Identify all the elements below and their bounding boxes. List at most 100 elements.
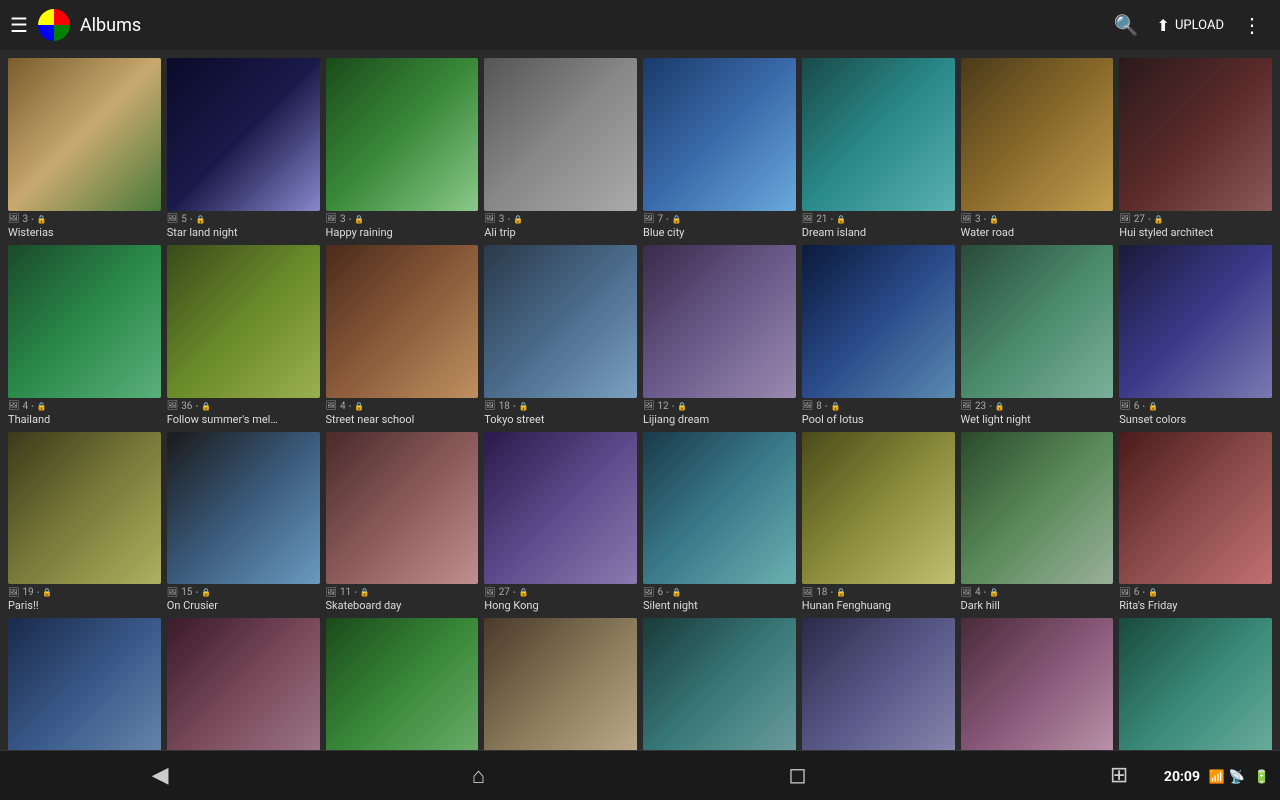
dot-separator: • xyxy=(830,588,833,597)
album-count: 18 xyxy=(499,401,510,412)
dot-separator: • xyxy=(31,402,34,411)
home-button[interactable]: ⌂ xyxy=(472,763,485,789)
menu-icon[interactable]: ☰ xyxy=(10,13,28,37)
album-item[interactable]: 🖼6•🔒Rita's Friday xyxy=(1119,432,1272,613)
album-count: 18 xyxy=(816,587,827,598)
album-info: 🖼21•🔒 xyxy=(802,214,955,225)
lock-icon: 🔒 xyxy=(672,215,682,224)
battery-icon: 🔋 xyxy=(1254,770,1270,785)
album-item[interactable]: 🖼27•🔒Hui styled architect xyxy=(1119,58,1272,239)
album-item[interactable]: 🖼15•🔒On Crusier xyxy=(167,432,320,613)
album-item[interactable]: 🖼3•🔒Happy raining xyxy=(326,58,479,239)
album-count: 11 xyxy=(340,587,351,598)
album-item[interactable]: 🖼21•🔒Dream island xyxy=(802,58,955,239)
image-icon: 🖼 xyxy=(643,214,654,224)
page-title: Albums xyxy=(80,15,1096,36)
lock-icon: 🔒 xyxy=(201,402,211,411)
album-item[interactable]: 🖼4•🔒Thailand xyxy=(8,245,161,426)
album-item[interactable]: 🖼4•🔒Dark hill xyxy=(961,432,1114,613)
album-item[interactable]: 🖼3•🔒Water road xyxy=(961,58,1114,239)
back-button[interactable]: ◀ xyxy=(152,763,169,788)
dot-separator: • xyxy=(989,402,992,411)
album-item[interactable] xyxy=(961,618,1114,750)
dot-separator: • xyxy=(1142,588,1145,597)
album-info: 🖼4•🔒 xyxy=(326,401,479,412)
album-item[interactable] xyxy=(8,618,161,750)
album-item[interactable]: 🖼5•🔒Star land night xyxy=(167,58,320,239)
grid-button[interactable]: ⊞ xyxy=(1110,763,1128,788)
dot-separator: • xyxy=(507,215,510,224)
album-name: Thailand xyxy=(8,413,161,426)
album-name: Wisterias xyxy=(8,226,161,239)
album-item[interactable]: 🖼23•🔒Wet light night xyxy=(961,245,1114,426)
album-item[interactable]: 🖼6•🔒Silent night xyxy=(643,432,796,613)
lock-icon: 🔒 xyxy=(201,588,211,597)
lock-icon: 🔒 xyxy=(677,402,687,411)
album-item[interactable] xyxy=(484,618,637,750)
more-icon[interactable]: ⋮ xyxy=(1234,13,1270,37)
album-name: Sunset colors xyxy=(1119,413,1272,426)
album-item[interactable]: 🖼12•🔒Lijiang dream xyxy=(643,245,796,426)
image-icon: 🖼 xyxy=(484,401,495,411)
album-item[interactable] xyxy=(1119,618,1272,750)
album-info: 🖼4•🔒 xyxy=(961,587,1114,598)
album-item[interactable] xyxy=(643,618,796,750)
album-info: 🖼4•🔒 xyxy=(8,401,161,412)
album-count: 8 xyxy=(816,401,822,412)
upload-label: UPLOAD xyxy=(1175,18,1224,33)
album-item[interactable]: 🖼36•🔒Follow summer's mel… xyxy=(167,245,320,426)
album-item[interactable]: 🖼3•🔒Ali trip xyxy=(484,58,637,239)
album-item[interactable]: 🖼11•🔒Skateboard day xyxy=(326,432,479,613)
album-name: Silent night xyxy=(643,599,796,612)
album-item[interactable] xyxy=(802,618,955,750)
albums-main: 🖼3•🔒Wisterias🖼5•🔒Star land night🖼3•🔒Happ… xyxy=(0,50,1280,750)
album-item[interactable]: 🖼4•🔒Street near school xyxy=(326,245,479,426)
album-item[interactable]: 🖼19•🔒Paris!! xyxy=(8,432,161,613)
album-item[interactable]: 🖼3•🔒Wisterias xyxy=(8,58,161,239)
image-icon: 🖼 xyxy=(1119,588,1130,598)
album-name: Hunan Fenghuang xyxy=(802,599,955,612)
album-info: 🖼11•🔒 xyxy=(326,587,479,598)
app-logo xyxy=(38,9,70,41)
dot-separator: • xyxy=(513,402,516,411)
album-info: 🖼12•🔒 xyxy=(643,401,796,412)
album-name: Hong Kong xyxy=(484,599,637,612)
dot-separator: • xyxy=(672,402,675,411)
album-count: 5 xyxy=(181,214,187,225)
dot-separator: • xyxy=(195,588,198,597)
lock-icon: 🔒 xyxy=(831,402,841,411)
album-info: 🖼7•🔒 xyxy=(643,214,796,225)
album-info: 🖼19•🔒 xyxy=(8,587,161,598)
dot-separator: • xyxy=(349,402,352,411)
album-item[interactable]: 🖼27•🔒Hong Kong xyxy=(484,432,637,613)
image-icon: 🖼 xyxy=(8,214,19,224)
upload-button[interactable]: ⬆ UPLOAD xyxy=(1157,16,1224,35)
album-item[interactable]: 🖼18•🔒Tokyo street xyxy=(484,245,637,426)
album-count: 3 xyxy=(340,214,346,225)
album-item[interactable] xyxy=(167,618,320,750)
dot-separator: • xyxy=(666,588,669,597)
image-icon: 🖼 xyxy=(643,401,654,411)
album-name: Street near school xyxy=(326,413,479,426)
album-info: 🖼18•🔒 xyxy=(484,401,637,412)
lock-icon: 🔒 xyxy=(354,402,364,411)
dot-separator: • xyxy=(31,215,34,224)
image-icon: 🖼 xyxy=(802,214,813,224)
album-item[interactable]: 🖼8•🔒Pool of lotus xyxy=(802,245,955,426)
lock-icon: 🔒 xyxy=(995,402,1005,411)
album-count: 6 xyxy=(1134,587,1140,598)
album-item[interactable]: 🖼18•🔒Hunan Fenghuang xyxy=(802,432,955,613)
recent-button[interactable]: ◻ xyxy=(788,763,806,788)
album-count: 4 xyxy=(22,401,28,412)
search-icon[interactable]: 🔍 xyxy=(1106,13,1147,37)
album-item[interactable] xyxy=(326,618,479,750)
album-info: 🖼36•🔒 xyxy=(167,401,320,412)
album-item[interactable]: 🖼7•🔒Blue city xyxy=(643,58,796,239)
album-info: 🖼15•🔒 xyxy=(167,587,320,598)
dot-separator: • xyxy=(513,588,516,597)
album-info: 🖼6•🔒 xyxy=(1119,587,1272,598)
album-item[interactable]: 🖼6•🔒Sunset colors xyxy=(1119,245,1272,426)
lock-icon: 🔒 xyxy=(196,215,206,224)
image-icon: 🖼 xyxy=(961,401,972,411)
lock-icon: 🔒 xyxy=(672,588,682,597)
